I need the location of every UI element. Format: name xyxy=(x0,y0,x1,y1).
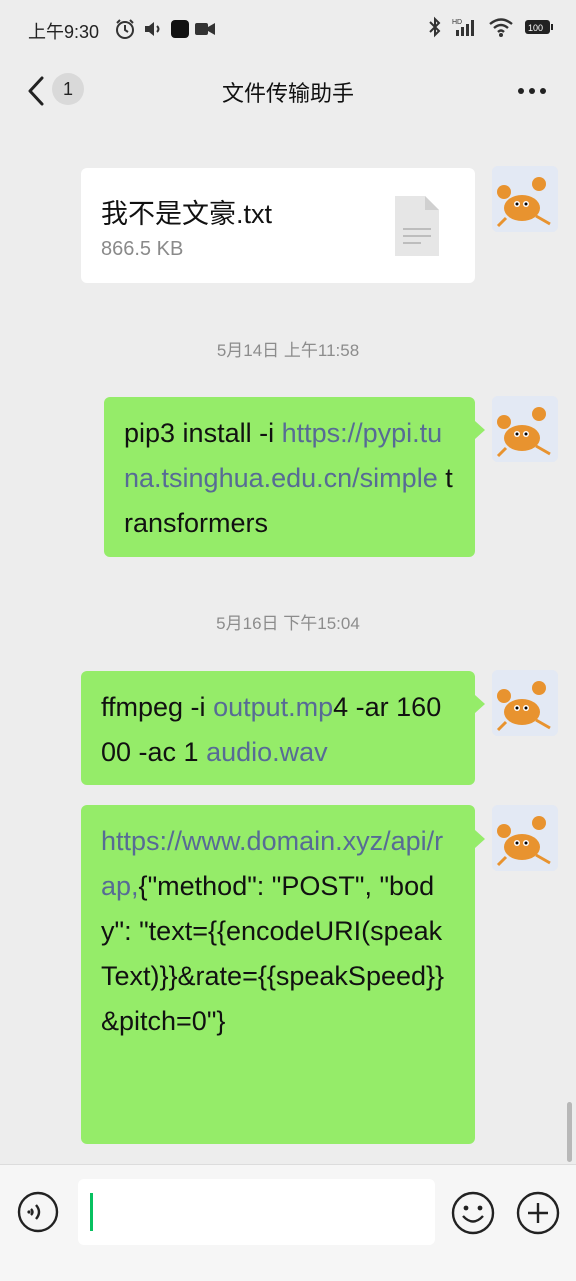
wifi-icon xyxy=(489,18,513,37)
input-bar xyxy=(0,1164,576,1281)
bubble-tail xyxy=(475,421,485,439)
status-time: 上午9:30 xyxy=(28,22,100,42)
file-message[interactable]: 我不是文豪.txt 866.5 KB xyxy=(81,168,475,283)
video-icon xyxy=(195,23,215,35)
alarm-icon xyxy=(116,19,134,39)
bluetooth-icon xyxy=(429,16,441,38)
more-icon[interactable] xyxy=(516,76,548,106)
scrollbar[interactable] xyxy=(567,1102,572,1162)
chat-title: 文件传输助手 xyxy=(221,81,354,106)
plus-icon[interactable] xyxy=(516,1191,560,1235)
bubble-tail xyxy=(475,695,485,713)
battery-level: 100 xyxy=(528,23,543,33)
app-icon xyxy=(171,20,189,38)
text-message[interactable]: ffmpeg -i output.mp4 -ar 16000 -ac 1 aud… xyxy=(81,671,475,785)
voice-icon[interactable] xyxy=(17,1191,59,1233)
avatar[interactable] xyxy=(492,166,558,232)
message-text-part: {"method": "POST", "body": "text={{encod… xyxy=(101,871,445,1036)
timestamp: 5月14日 上午11:58 xyxy=(216,341,360,360)
bubble-tail xyxy=(475,830,485,848)
text-message[interactable]: pip3 install -i https://pypi.tuna.tsingh… xyxy=(104,397,475,557)
status-right: HD 100 xyxy=(428,16,554,38)
file-size: 866.5 KB xyxy=(101,238,184,260)
crab-avatar-image xyxy=(492,670,558,736)
signal-icon: HD xyxy=(452,19,474,36)
avatar[interactable] xyxy=(492,805,558,871)
avatar[interactable] xyxy=(492,670,558,736)
text-cursor xyxy=(90,1193,93,1231)
crab-avatar-image xyxy=(492,396,558,462)
message-text-part: ffmpeg -i xyxy=(101,692,214,722)
text-message[interactable]: https://www.domain.xyz/api/rap,{"method"… xyxy=(81,805,475,1144)
avatar[interactable] xyxy=(492,396,558,462)
message-text-part: pip3 install -i xyxy=(124,418,282,448)
message-link[interactable]: output.mp xyxy=(213,692,333,722)
status-bar: 上午9:30 HD 100 xyxy=(0,0,576,60)
message-text: https://www.domain.xyz/api/rap,{"method"… xyxy=(101,819,455,1044)
chat-header: 1 文件传输助手 xyxy=(0,60,576,122)
document-icon xyxy=(395,196,439,256)
svg-text:HD: HD xyxy=(452,19,462,26)
file-name: 我不是文豪.txt xyxy=(101,199,273,229)
emoji-icon[interactable] xyxy=(451,1191,495,1235)
timestamp: 5月16日 下午15:04 xyxy=(216,614,360,633)
sound-icon xyxy=(145,22,160,36)
message-input[interactable] xyxy=(78,1179,435,1245)
message-text: pip3 install -i https://pypi.tuna.tsingh… xyxy=(124,411,455,546)
message-text: ffmpeg -i output.mp4 -ar 16000 -ac 1 aud… xyxy=(101,685,455,775)
message-link[interactable]: audio.wav xyxy=(206,737,328,767)
crab-avatar-image xyxy=(492,166,558,232)
crab-avatar-image xyxy=(492,805,558,871)
battery-icon: 100 xyxy=(525,20,553,34)
